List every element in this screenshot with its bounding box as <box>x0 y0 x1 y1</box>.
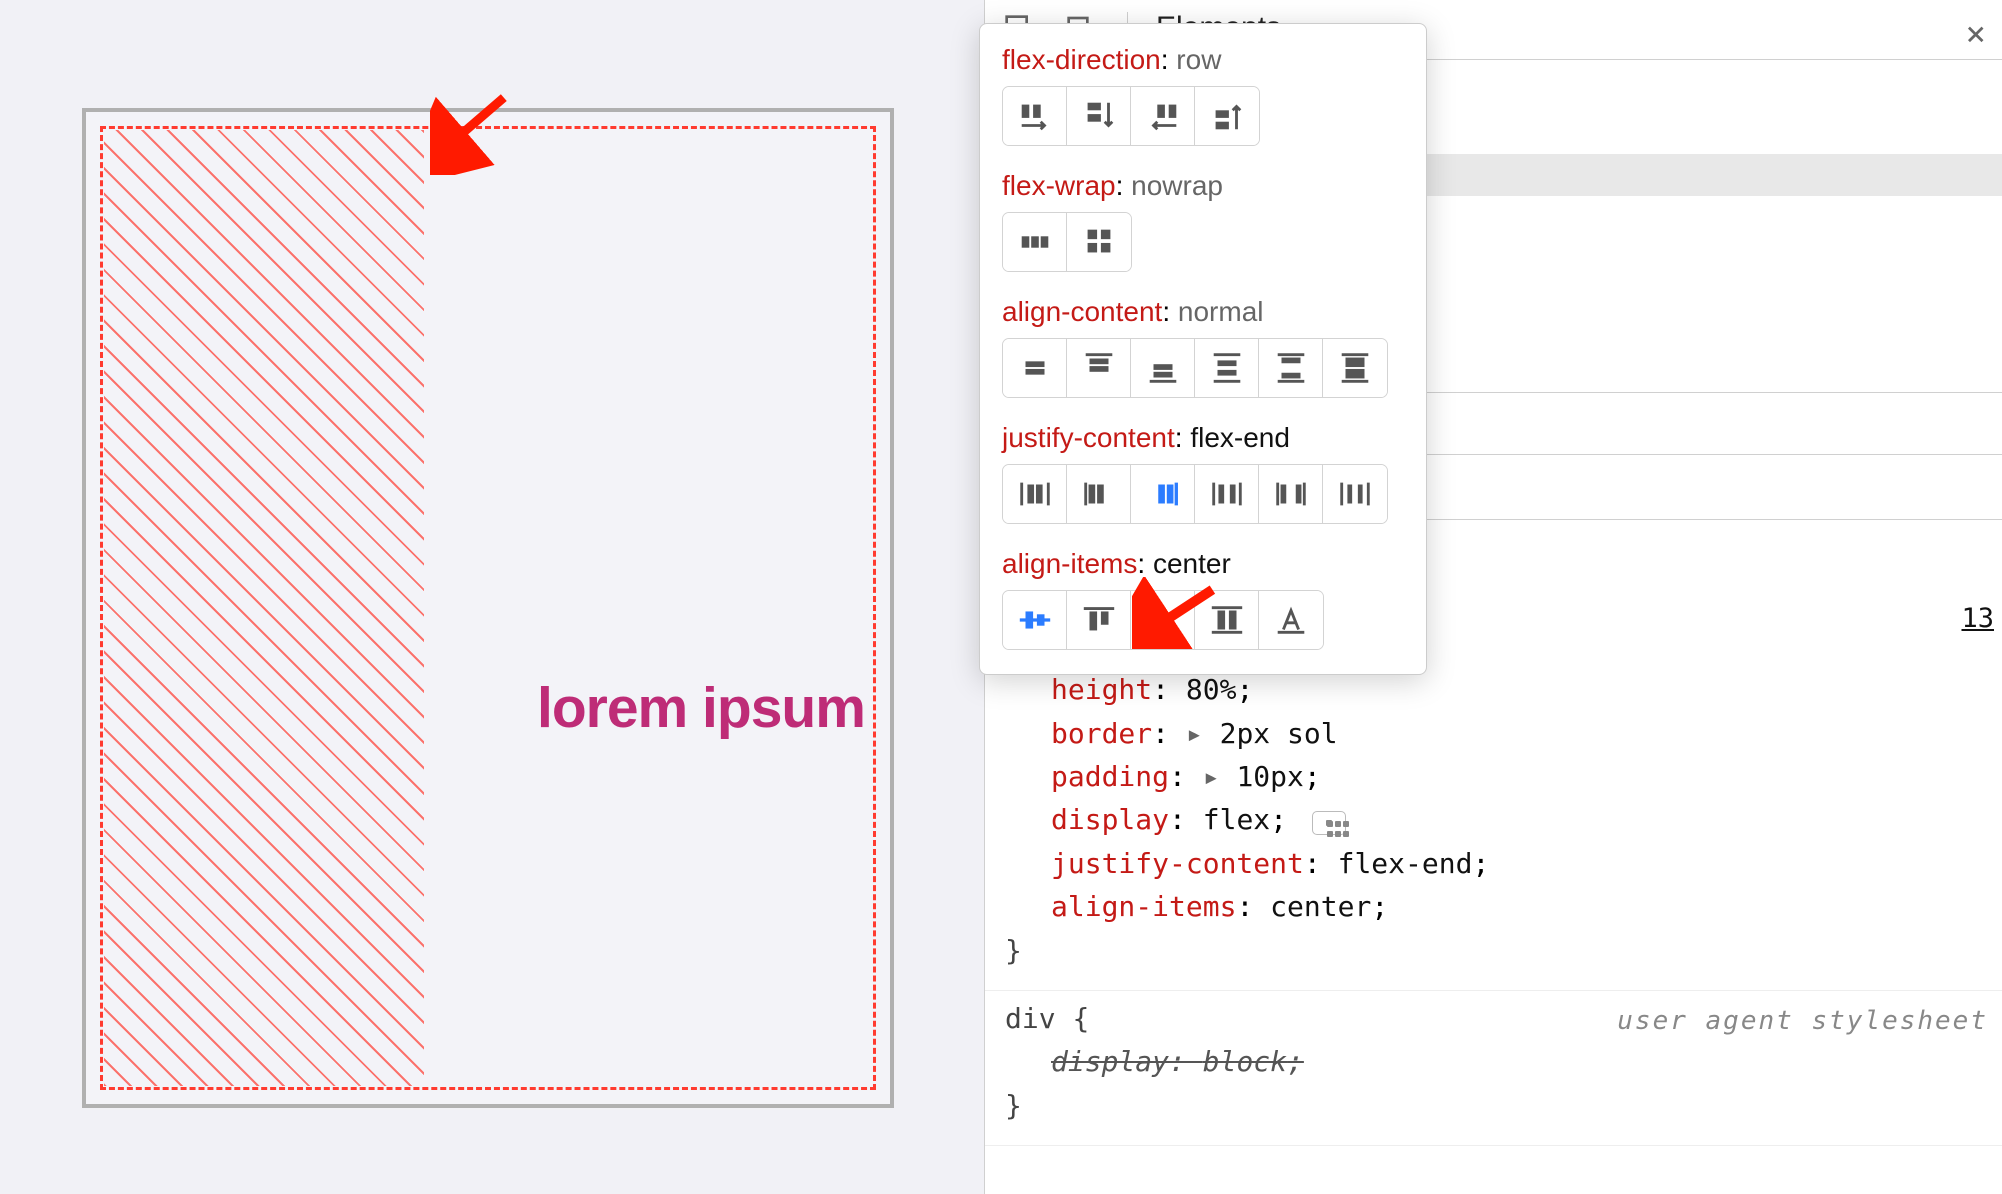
flex-direction-column-reverse-button[interactable] <box>1195 87 1259 145</box>
justify-content-center-button[interactable] <box>1003 465 1067 523</box>
flex-editor-icon[interactable] <box>1312 811 1346 835</box>
css-val[interactable]: 10px <box>1236 760 1303 793</box>
css-val: block <box>1203 1045 1287 1078</box>
css-prop: justify-content <box>1051 847 1304 880</box>
align-content-space-around-button[interactable] <box>1195 339 1259 397</box>
page-preview: lorem ipsum <box>0 0 984 1194</box>
source-link[interactable]: 13 <box>1961 603 1994 634</box>
popover-label: flex-wrap: nowrap <box>1002 170 1404 202</box>
align-items-end-button[interactable] <box>1131 591 1195 649</box>
popover-label: align-content: normal <box>1002 296 1404 328</box>
css-prop: border <box>1051 717 1152 750</box>
css-prop: display <box>1051 1045 1169 1078</box>
css-prop: padding <box>1051 760 1169 793</box>
flex-overlay-outline <box>100 126 876 1090</box>
align-items-start-button[interactable] <box>1067 591 1131 649</box>
css-val[interactable]: flex <box>1203 803 1270 836</box>
flex-direction-column-button[interactable] <box>1067 87 1131 145</box>
align-content-space-between-button[interactable] <box>1259 339 1323 397</box>
flex-wrap-wrap-button[interactable] <box>1067 213 1131 271</box>
heading-text: lorem ipsum <box>537 675 865 741</box>
close-icon[interactable]: × <box>1966 14 1986 54</box>
css-prop: align-items <box>1051 890 1236 923</box>
css-prop: display <box>1051 803 1169 836</box>
align-items-stretch-button[interactable] <box>1195 591 1259 649</box>
css-prop: height <box>1051 673 1152 706</box>
css-val[interactable]: flex-end <box>1338 847 1473 880</box>
selector: div <box>1005 1002 1056 1035</box>
expand-icon[interactable]: ▸ <box>1186 717 1220 750</box>
align-items-baseline-button[interactable] <box>1259 591 1323 649</box>
css-val[interactable]: center <box>1270 890 1371 923</box>
justify-content-space-between-button[interactable] <box>1259 465 1323 523</box>
css-val[interactable]: 80% <box>1186 673 1237 706</box>
popover-label: justify-content: flex-end <box>1002 422 1404 454</box>
css-rule-div[interactable]: user agent stylesheet div { display: blo… <box>985 991 2002 1146</box>
expand-icon[interactable]: ▸ <box>1203 760 1237 793</box>
justify-content-end-button[interactable] <box>1131 465 1195 523</box>
align-content-end-button[interactable] <box>1131 339 1195 397</box>
ua-stylesheet-label: user agent stylesheet <box>1617 1001 1988 1041</box>
justify-content-start-button[interactable] <box>1067 465 1131 523</box>
flex-direction-row-button[interactable] <box>1003 87 1067 145</box>
flex-direction-row-reverse-button[interactable] <box>1131 87 1195 145</box>
align-content-stretch-button[interactable] <box>1323 339 1387 397</box>
container-box: lorem ipsum <box>82 108 894 1108</box>
css-val[interactable]: 2px sol <box>1220 717 1338 750</box>
flex-wrap-nowrap-button[interactable] <box>1003 213 1067 271</box>
align-content-center-button[interactable] <box>1003 339 1067 397</box>
flexbox-editor-popover: flex-direction: row flex-wrap: nowrap al… <box>979 23 1427 675</box>
popover-label: flex-direction: row <box>1002 44 1404 76</box>
align-content-start-button[interactable] <box>1067 339 1131 397</box>
popover-label: align-items: center <box>1002 548 1404 580</box>
align-items-center-button[interactable] <box>1003 591 1067 649</box>
justify-content-space-around-button[interactable] <box>1195 465 1259 523</box>
justify-content-space-evenly-button[interactable] <box>1323 465 1387 523</box>
